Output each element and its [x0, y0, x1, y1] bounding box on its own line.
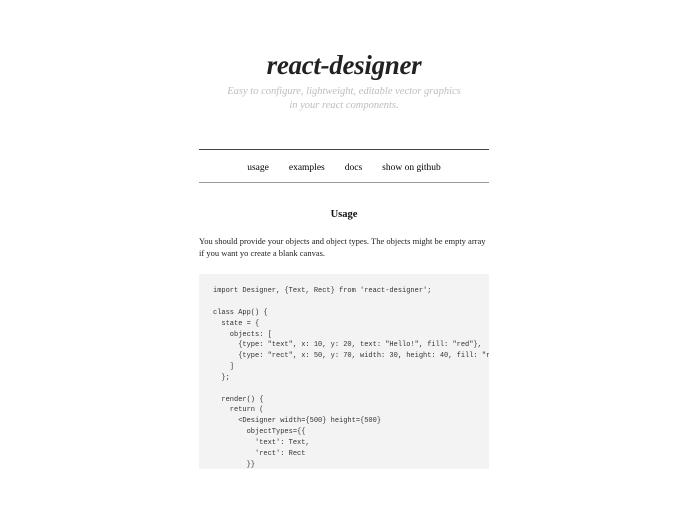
main-nav: usage examples docs show on github	[199, 149, 489, 183]
code-example: import Designer, {Text, Rect} from 'reac…	[199, 274, 489, 469]
page-subtitle: Easy to configure, lightweight, editable…	[199, 85, 489, 113]
nav-link-examples[interactable]: examples	[289, 163, 325, 173]
page-title: react-designer	[199, 50, 489, 81]
nav-link-github[interactable]: show on github	[382, 163, 441, 173]
subtitle-line-1: Easy to configure, lightweight, editable…	[227, 86, 461, 97]
section-title-usage: Usage	[199, 209, 489, 220]
subtitle-line-2: in your react components.	[289, 100, 398, 111]
page-container: react-designer Easy to configure, lightw…	[199, 0, 489, 469]
nav-link-docs[interactable]: docs	[345, 163, 362, 173]
nav-link-usage[interactable]: usage	[247, 163, 269, 173]
usage-description: You should provide your objects and obje…	[199, 236, 489, 260]
